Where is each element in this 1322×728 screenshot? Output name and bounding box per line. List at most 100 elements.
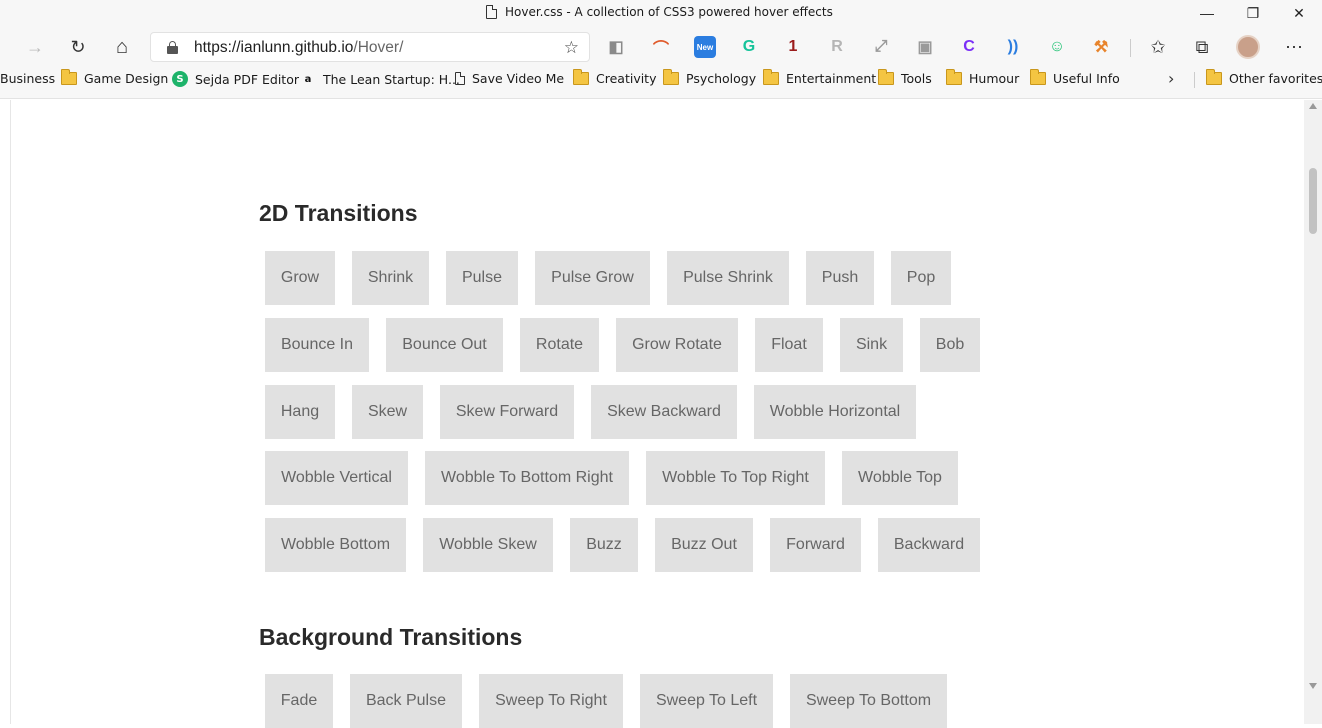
favorite-business[interactable]: Business xyxy=(0,71,55,86)
effect-button-wobble-to-top-right[interactable]: Wobble To Top Right xyxy=(646,451,825,505)
effect-button-push[interactable]: Push xyxy=(806,251,874,305)
screenshot-ext-icon[interactable]: ▣ xyxy=(914,36,936,58)
effect-button-float[interactable]: Float xyxy=(755,318,823,372)
url-path: /Hover/ xyxy=(353,39,404,56)
favorite-psychology[interactable]: Psychology xyxy=(663,69,756,86)
scroll-down-icon[interactable] xyxy=(1309,683,1317,689)
effect-button-pop[interactable]: Pop xyxy=(891,251,951,305)
effect-button-wobble-to-bottom-right[interactable]: Wobble To Bottom Right xyxy=(425,451,629,505)
profile-avatar[interactable] xyxy=(1233,33,1263,61)
effect-button-sweep-to-bottom[interactable]: Sweep To Bottom xyxy=(790,674,947,728)
folder-icon xyxy=(1030,69,1046,85)
effect-button-buzz-out[interactable]: Buzz Out xyxy=(655,518,753,572)
url-text[interactable]: https://ianlunn.github.io/Hover/ xyxy=(194,39,403,57)
effect-button-rotate[interactable]: Rotate xyxy=(520,318,599,372)
effect-button-pulse[interactable]: Pulse xyxy=(446,251,518,305)
folder-icon xyxy=(663,69,679,85)
effect-button-pulse-grow[interactable]: Pulse Grow xyxy=(535,251,650,305)
favorite-game-design[interactable]: Game Design xyxy=(61,69,168,86)
effect-button-backward[interactable]: Backward xyxy=(878,518,980,572)
scroll-thumb[interactable] xyxy=(1309,168,1317,234)
fullscreen-ext-icon[interactable]: ⤢ xyxy=(870,36,892,58)
effect-button-skew-backward[interactable]: Skew Backward xyxy=(591,385,737,439)
office-ext-icon[interactable]: ◧ xyxy=(605,36,627,58)
restore-button[interactable]: ❐ xyxy=(1230,0,1276,26)
orange-ext-icon[interactable]: ⚒ xyxy=(1090,36,1112,58)
effect-button-grow-rotate[interactable]: Grow Rotate xyxy=(616,318,738,372)
amazon-icon: a xyxy=(304,73,312,85)
green-ext-icon[interactable]: ☺ xyxy=(1046,36,1068,58)
effect-button-hang[interactable]: Hang xyxy=(265,385,335,439)
favorite-label: Entertainment xyxy=(786,71,877,86)
favorite-label: The Lean Startup: H... xyxy=(323,71,460,87)
effect-button-bounce-in[interactable]: Bounce In xyxy=(265,318,369,372)
favorites-more-icon[interactable]: › xyxy=(1168,69,1174,88)
favorite-sejda-pdf-editor[interactable]: S Sejda PDF Editor xyxy=(172,71,299,87)
effect-button-wobble-skew[interactable]: Wobble Skew xyxy=(423,518,553,572)
browser-toolbar: → ↻ ⌂ https://ianlunn.github.io/Hover/ ☆… xyxy=(0,26,1322,68)
favorites-bar: Business Game Design S Sejda PDF Editor a The… xyxy=(0,68,1322,92)
favorite-the-lean-startup-h[interactable]: a The Lean Startup: H... xyxy=(300,71,460,87)
page-content: 2D Transitions Grow Shrink Pulse Pulse Grow P… xyxy=(10,100,1304,728)
effect-button-wobble-horizontal[interactable]: Wobble Horizontal xyxy=(754,385,916,439)
home-button[interactable]: ⌂ xyxy=(107,33,137,61)
favorites-separator xyxy=(1194,72,1195,88)
add-favorite-icon[interactable]: ☆ xyxy=(564,38,579,58)
address-bar[interactable]: https://ianlunn.github.io/Hover/ ☆ xyxy=(150,32,590,62)
effect-button-fade[interactable]: Fade xyxy=(265,674,333,728)
favorite-save-video-me[interactable]: Save Video Me xyxy=(455,71,564,86)
effect-button-bob[interactable]: Bob xyxy=(920,318,980,372)
page-icon xyxy=(455,72,465,85)
folder-icon xyxy=(878,69,894,85)
minimize-button[interactable]: — xyxy=(1184,0,1230,26)
effect-button-pulse-shrink[interactable]: Pulse Shrink xyxy=(667,251,789,305)
scroll-up-icon[interactable] xyxy=(1309,103,1317,109)
folder-icon xyxy=(946,69,962,85)
grammarly-ext-icon[interactable]: G xyxy=(738,36,760,58)
other-favorites[interactable]: Other favorites xyxy=(1206,69,1322,86)
read-aloud-ext-icon[interactable]: )) xyxy=(1002,36,1024,58)
gray-ext-icon[interactable]: R xyxy=(826,36,848,58)
purple-ext-icon[interactable]: C xyxy=(958,36,980,58)
collections-icon[interactable]: ⧉ xyxy=(1187,33,1217,61)
favorite-label: Sejda PDF Editor xyxy=(195,71,299,87)
refresh-button[interactable]: ↻ xyxy=(63,33,93,61)
effect-button-back-pulse[interactable]: Back Pulse xyxy=(350,674,462,728)
vertical-scrollbar[interactable] xyxy=(1304,100,1322,724)
favorite-tools[interactable]: Tools xyxy=(878,69,932,86)
settings-menu-button[interactable]: ⋯ xyxy=(1279,33,1309,61)
effect-button-wobble-vertical[interactable]: Wobble Vertical xyxy=(265,451,408,505)
favorite-entertainment[interactable]: Entertainment xyxy=(763,69,877,86)
effect-button-wobble-bottom[interactable]: Wobble Bottom xyxy=(265,518,406,572)
new-ext-icon[interactable]: New xyxy=(694,36,716,58)
effect-button-skew[interactable]: Skew xyxy=(352,385,423,439)
section-title: Background Transitions xyxy=(259,624,523,650)
sejda-icon: S xyxy=(172,71,188,87)
effect-button-buzz[interactable]: Buzz xyxy=(570,518,638,572)
effect-button-forward[interactable]: Forward xyxy=(770,518,861,572)
favorites-icon[interactable]: ✩ xyxy=(1143,33,1173,61)
window-title: Hover.css - A collection of CSS3 powered… xyxy=(486,5,833,19)
title-bar: Hover.css - A collection of CSS3 powered… xyxy=(0,0,1322,26)
rainbow-ext-icon[interactable]: ⌒ xyxy=(650,36,672,58)
favorite-creativity[interactable]: Creativity xyxy=(573,69,657,86)
folder-icon xyxy=(763,69,779,85)
effect-button-grow[interactable]: Grow xyxy=(265,251,335,305)
close-button[interactable]: ✕ xyxy=(1276,0,1322,26)
lock-icon[interactable] xyxy=(167,41,178,54)
effect-button-sink[interactable]: Sink xyxy=(840,318,903,372)
forward-button[interactable]: → xyxy=(20,33,50,61)
toolbar-bottom-edge xyxy=(0,92,1322,99)
effect-button-bounce-out[interactable]: Bounce Out xyxy=(386,318,503,372)
effect-button-sweep-to-right[interactable]: Sweep To Right xyxy=(479,674,623,728)
favorite-label: Humour xyxy=(969,71,1020,86)
url-host: https://ianlunn.github.io xyxy=(194,39,354,56)
ublock-ext-icon[interactable]: 1 xyxy=(782,36,804,58)
favorite-useful-info[interactable]: Useful Info xyxy=(1030,69,1120,86)
effect-button-skew-forward[interactable]: Skew Forward xyxy=(440,385,574,439)
effect-button-sweep-to-left[interactable]: Sweep To Left xyxy=(640,674,773,728)
effect-button-wobble-top[interactable]: Wobble Top xyxy=(842,451,958,505)
favorite-label: Creativity xyxy=(596,71,657,86)
favorite-humour[interactable]: Humour xyxy=(946,69,1020,86)
effect-button-shrink[interactable]: Shrink xyxy=(352,251,429,305)
